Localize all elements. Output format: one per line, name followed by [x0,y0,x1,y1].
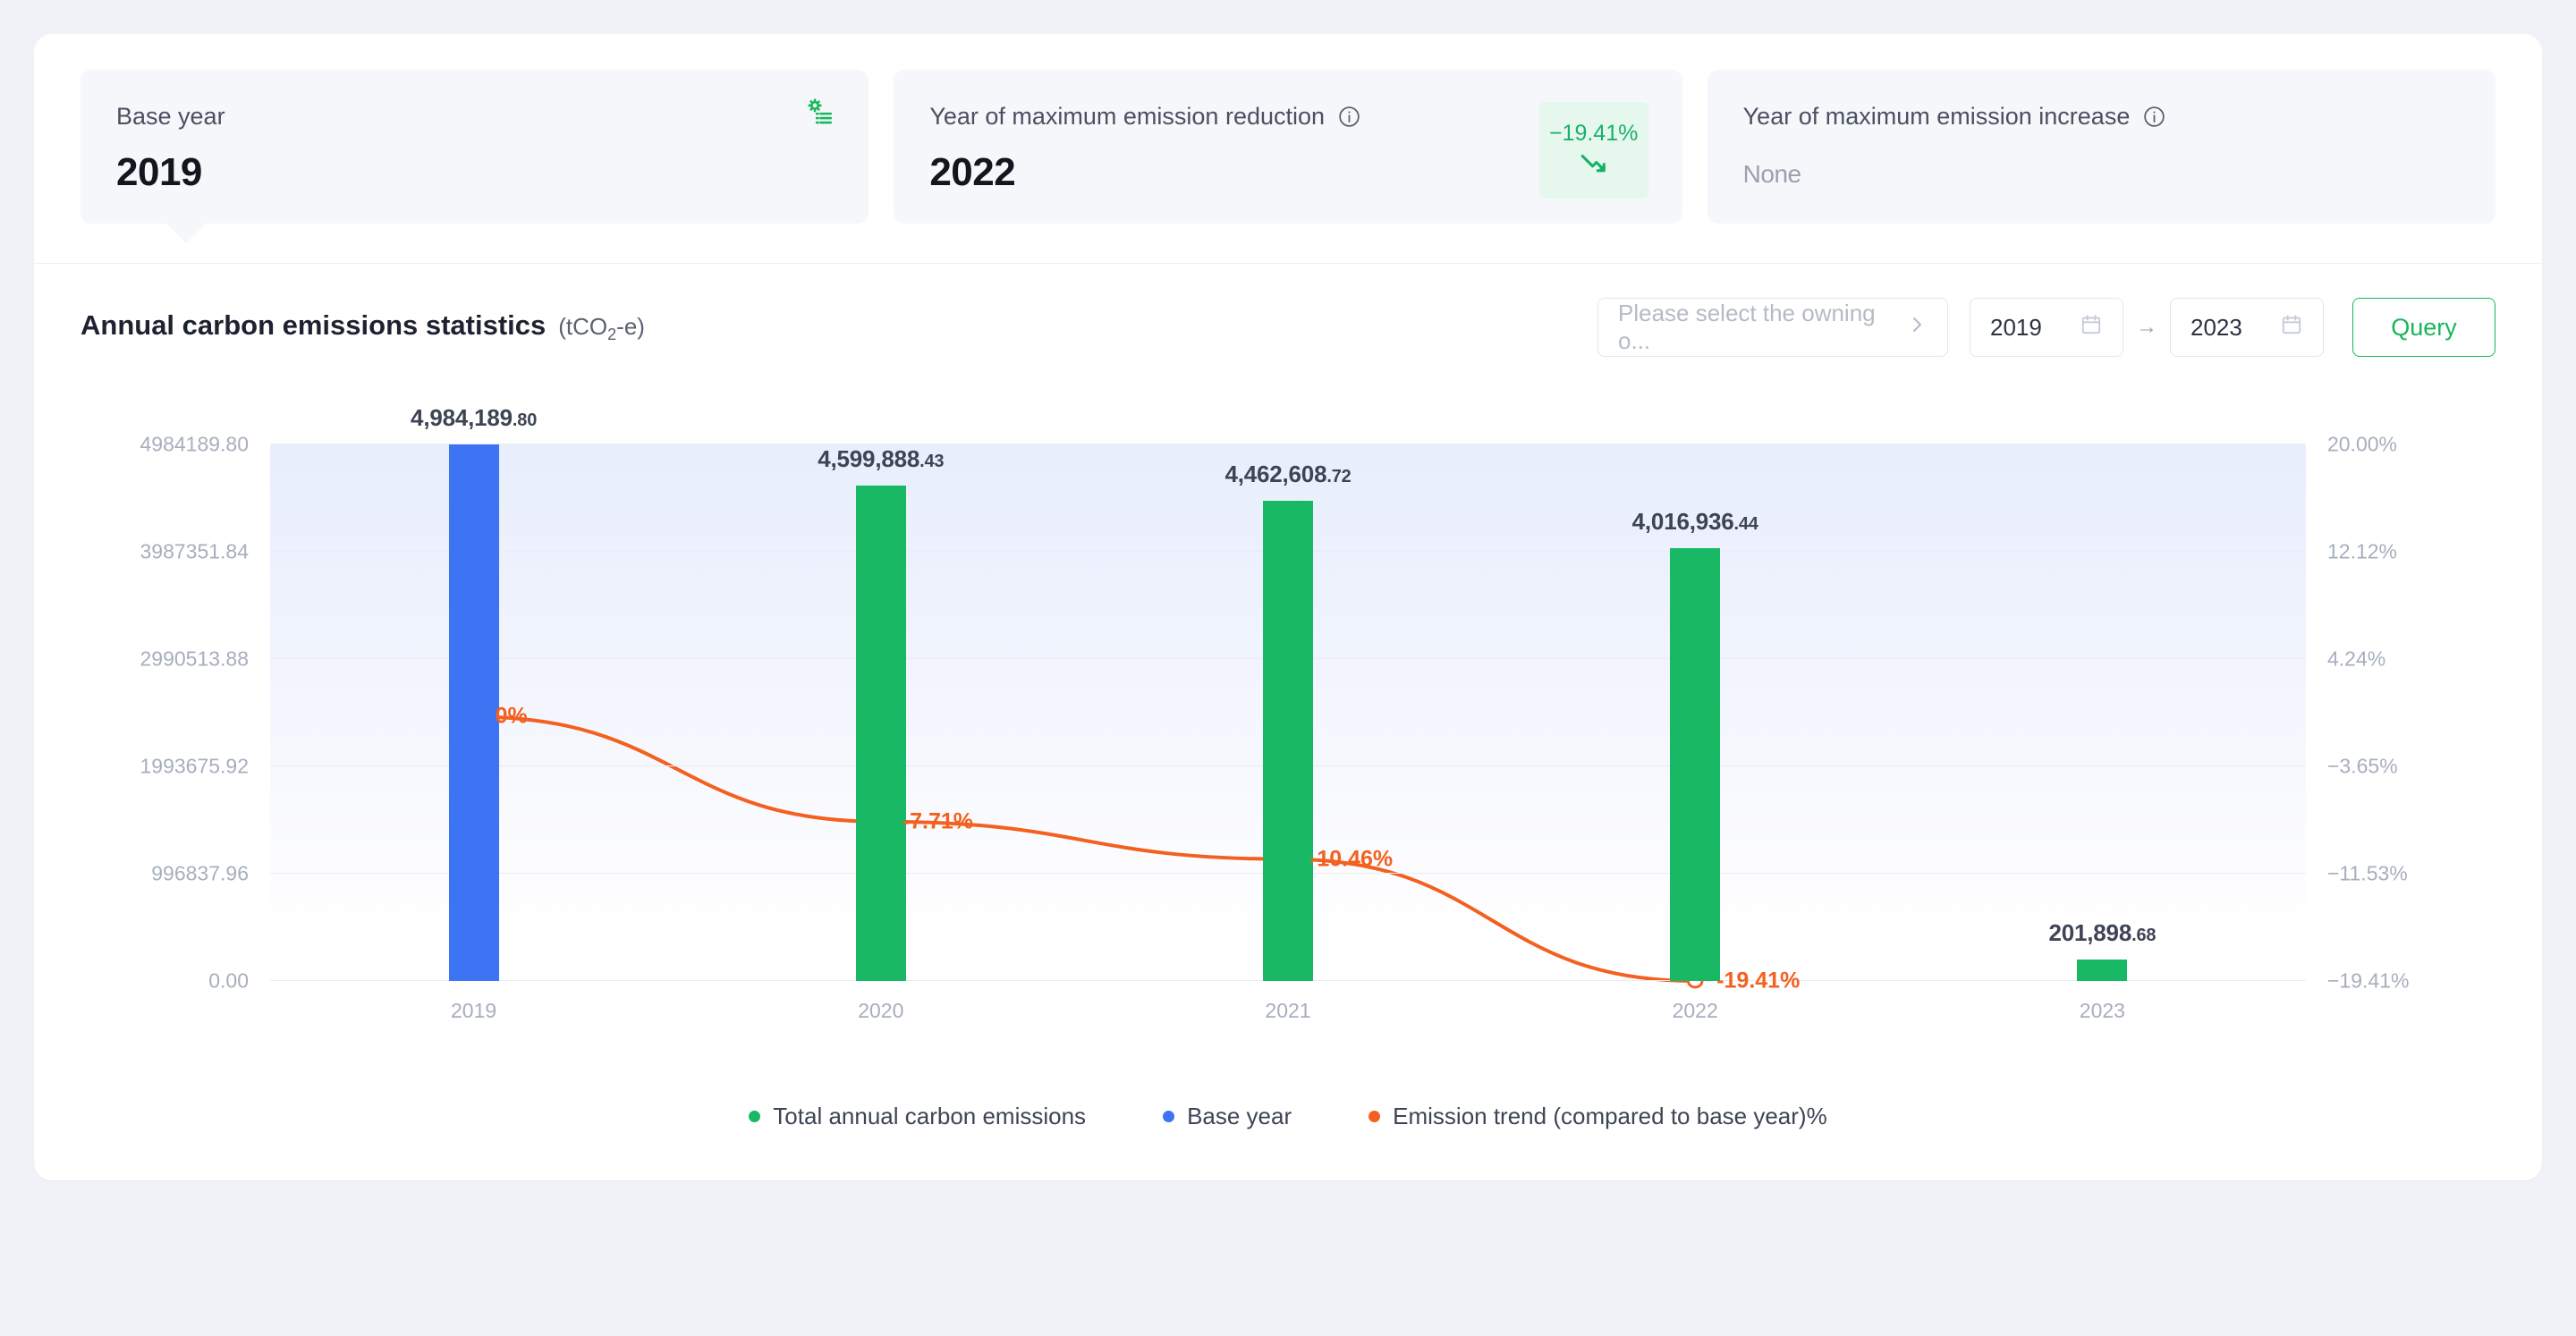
legend-dot-icon [749,1111,761,1122]
main-panel: Base year 2019 Year of maximum emission … [34,34,2542,1180]
kpi-head: Base year [116,102,833,131]
trend-value-label: -7.71% [902,808,974,834]
trend-value-label: -19.41% [1716,968,1801,994]
legend-label: Base year [1187,1103,1292,1129]
chart-unit: (tCO2-e) [558,313,645,344]
kpi-value-max-increase: None [1742,160,1801,189]
page-root: Base year 2019 Year of maximum emission … [0,0,2576,1336]
chart-bar[interactable] [1670,548,1721,981]
trend-line-path [474,716,1696,981]
date-to-value: 2023 [2190,313,2242,341]
date-from-value: 2019 [1990,313,2042,341]
x-axis-tick: 2019 [451,999,497,1022]
legend-label: Total annual carbon emissions [773,1103,1087,1129]
chart-bar[interactable] [448,444,499,981]
chart-area: 0.00 −19.41% 996837.96 −11.53% 1993675.92 −3.… [80,380,2496,1087]
info-icon[interactable] [1337,105,1361,129]
bar-value-label: 4,984,189.80 [411,404,538,431]
organization-placeholder: Please select the owning o... [1618,300,1876,354]
y-axis-left-tick: 3987351.84 [140,539,249,563]
bar-value-label: 201,898.68 [2048,918,2157,946]
trend-value-label: 0% [495,703,528,729]
badge-value: −19.41% [1548,121,1639,146]
trend-down-icon [1579,152,1609,180]
chart-legend: Total annual carbon emissions Base year Em… [34,1087,2542,1180]
chart-plot: 0.00 −19.41% 996837.96 −11.53% 1993675.92 −3.… [140,404,2409,1022]
y-axis-left-tick: 0.00 [208,968,249,993]
y-axis-right-tick: −3.65% [2327,754,2398,778]
legend-item[interactable]: Total annual carbon emissions [749,1103,1086,1130]
date-range-separator: → [2136,315,2157,339]
y-axis-right-tick: 12.12% [2327,539,2398,563]
kpi-label-max-increase: Year of maximum emission increase [1742,103,2131,130]
legend-dot-icon [1368,1111,1381,1122]
bar-value-label: 4,462,608.72 [1224,460,1352,487]
kpi-card-max-increase: Year of maximum emission increase None [1707,70,2496,224]
y-axis-left-tick: 996837.96 [151,861,249,885]
legend-item[interactable]: Emission trend (compared to base year)% [1368,1103,1827,1130]
chart-bar[interactable] [2077,959,2128,981]
chevron-right-icon [1906,314,1928,342]
x-axis-tick: 2021 [1265,999,1311,1022]
x-axis-tick: 2023 [2079,999,2125,1022]
x-axis-tick: 2020 [858,999,904,1022]
chart-header: Annual carbon emissions statistics (tCO2… [34,264,2542,366]
y-axis-right-tick: 4.24% [2327,647,2386,671]
legend-item[interactable]: Base year [1163,1103,1292,1130]
x-axis-tick: 2022 [1672,999,1718,1022]
kpi-card-max-reduction: Year of maximum emission reduction 2022 … [894,70,1682,224]
bar-value-label: 4,599,888.43 [818,445,945,473]
legend-label: Emission trend (compared to base year)% [1393,1103,1827,1129]
kpi-label-max-reduction: Year of maximum emission reduction [929,103,1326,130]
y-axis-right-tick: −19.41% [2327,968,2410,993]
kpi-head: Year of maximum emission increase [1743,102,2460,131]
page-title: Annual carbon emissions statistics [80,309,547,342]
kpi-label-base-year: Base year [116,103,225,130]
kpi-value-base-year: 2019 [116,150,202,195]
y-axis-left-tick: 2990513.88 [140,647,249,671]
unit-subscript: 2 [607,326,617,344]
kpi-card-base-year: Base year 2019 [80,70,869,243]
status-badge-reduction: −19.41% [1538,102,1648,199]
bar-value-label: 4,016,936.44 [1631,508,1758,536]
date-from-input[interactable]: 2019 [1970,298,2123,357]
chart-bar[interactable] [1263,500,1313,981]
chart-controls: Please select the owning o... 2019 → 202… [1597,298,2496,357]
unit-prefix: (tCO [558,313,608,341]
organization-select[interactable]: Please select the owning o... [1597,298,1948,357]
legend-dot-icon [1163,1111,1175,1122]
unit-suffix: -e) [616,313,645,341]
y-axis-right-tick: −11.53% [2327,861,2408,885]
calendar-icon [2080,313,2103,342]
info-icon[interactable] [2142,105,2166,129]
y-axis-left-tick: 4984189.80 [140,432,249,456]
chart-title-wrap: Annual carbon emissions statistics (tCO2… [80,309,645,344]
settings-list-icon[interactable] [804,97,835,127]
kpi-card-row: Base year 2019 Year of maximum emission … [34,34,2542,263]
query-button[interactable]: Query [2352,298,2496,357]
chart-bar[interactable] [855,486,906,981]
date-to-input[interactable]: 2023 [2170,298,2324,357]
trend-value-label: -10.46% [1309,846,1394,872]
y-axis-left-tick: 1993675.92 [140,754,249,778]
y-axis-right-tick: 20.00% [2327,432,2398,456]
calendar-icon [2280,313,2303,342]
